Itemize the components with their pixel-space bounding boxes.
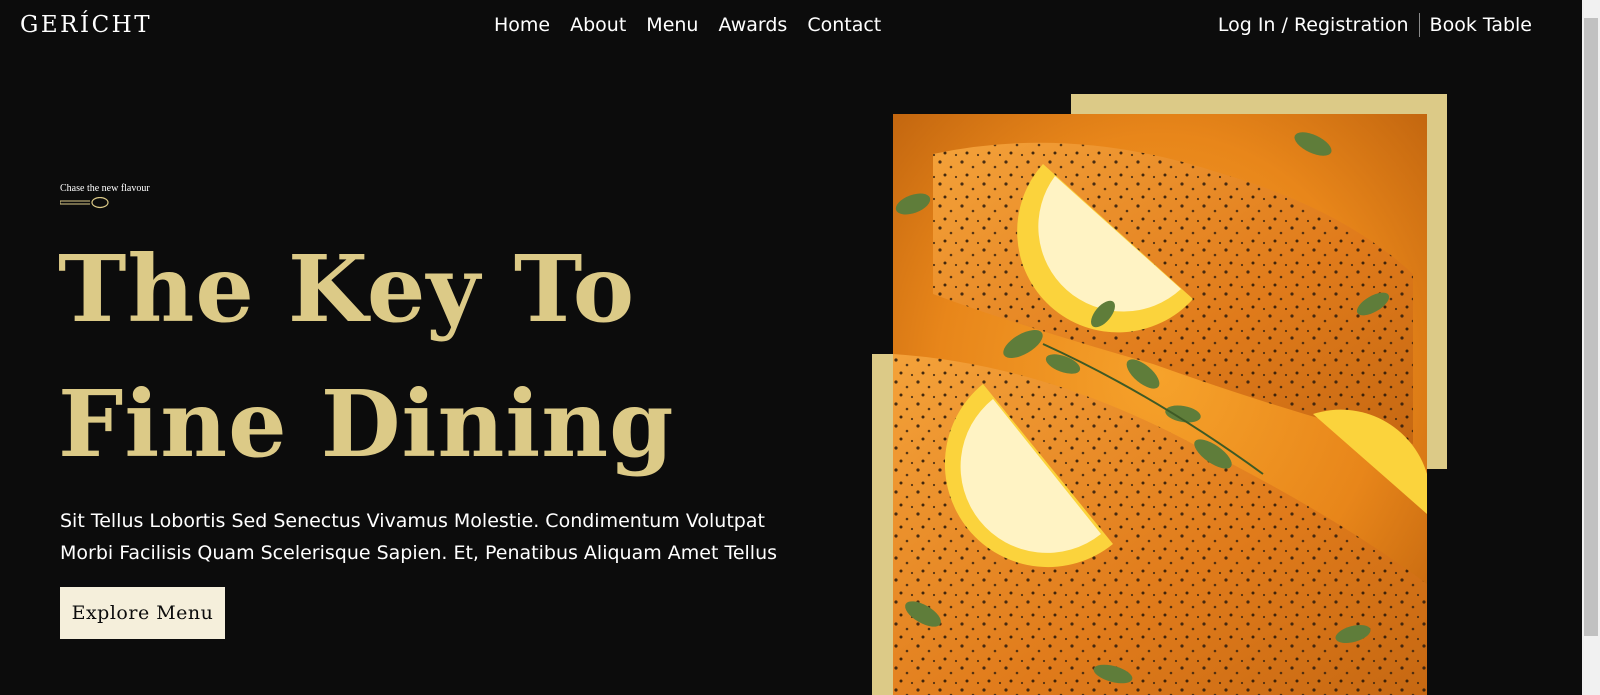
hero-subtitle: Chase the new flavour [60,183,150,194]
scrollbar-thumb[interactable] [1584,18,1598,636]
food-image [893,114,1427,695]
nav-link-awards[interactable]: Awards [718,12,787,38]
nav-link-contact[interactable]: Contact [807,12,881,38]
spoon-icon [60,197,109,209]
nav-divider [1418,13,1420,37]
hero-headline-line1: The Key To [58,235,636,343]
food-photo-icon [893,114,1427,695]
login-link[interactable]: Log In / Registration [1218,12,1409,38]
hero-headline: The Key To Fine Dining [58,222,675,492]
navbar: GERÍCHT Home About Menu Awards Contact L… [0,0,1582,50]
page: GERÍCHT Home About Menu Awards Contact L… [0,0,1600,695]
logo[interactable]: GERÍCHT [20,10,152,40]
nav-links: Home About Menu Awards Contact [494,12,881,38]
nav-link-menu[interactable]: Menu [646,12,698,38]
hero-headline-line2: Fine Dining [58,370,675,478]
explore-menu-button[interactable]: Explore Menu [60,587,225,639]
book-table-link[interactable]: Book Table [1430,12,1532,38]
nav-link-home[interactable]: Home [494,12,550,38]
nav-link-about[interactable]: About [570,12,626,38]
hero-description: Sit Tellus Lobortis Sed Senectus Vivamus… [60,510,778,564]
nav-right: Log In / Registration Book Table [1218,12,1532,38]
scrollbar[interactable] [1582,0,1600,695]
